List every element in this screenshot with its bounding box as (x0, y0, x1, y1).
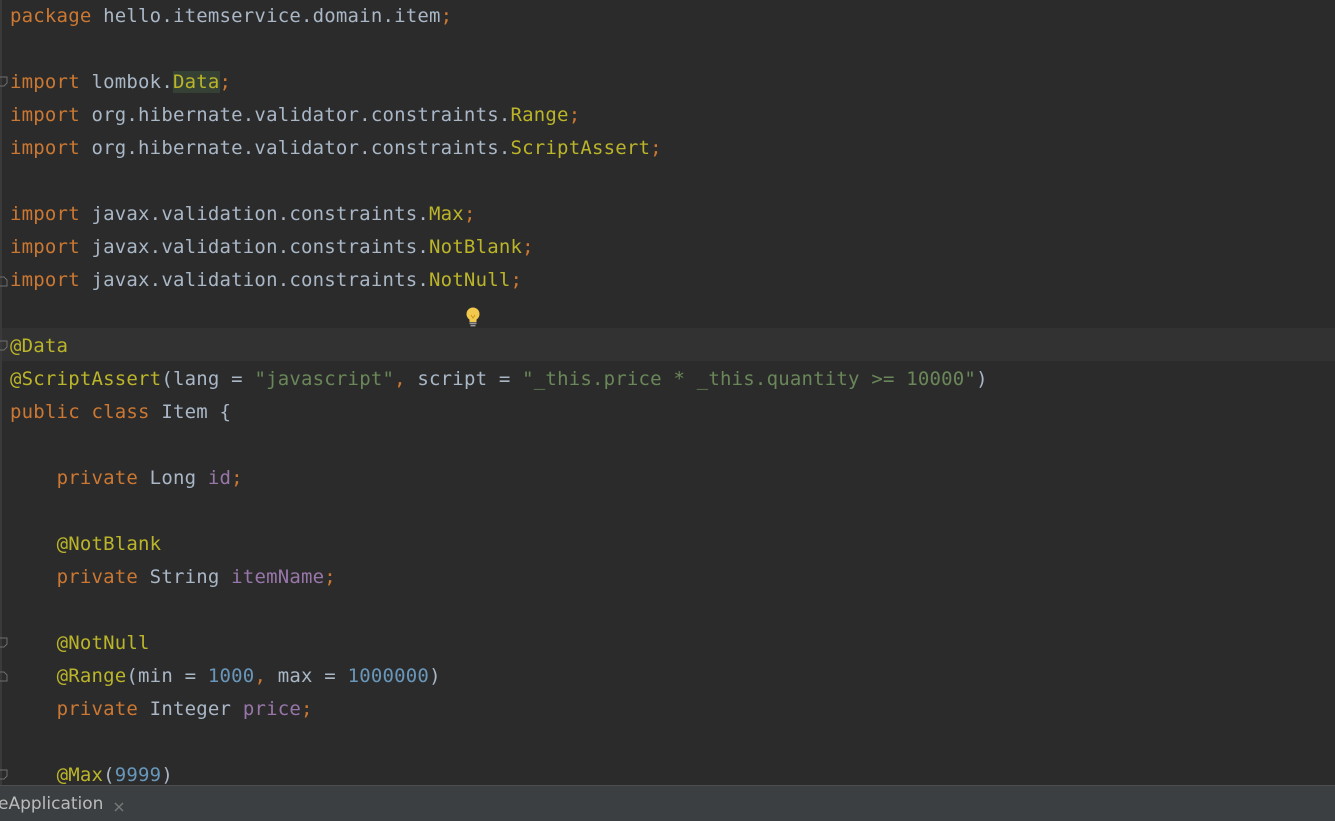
import-class: Range (510, 104, 569, 126)
import-path: javax.validation.constraints. (79, 269, 430, 291)
code-line-import[interactable]: import org.hibernate.validator.constrain… (10, 99, 580, 132)
class-name: Item { (149, 401, 232, 423)
keyword: package (10, 5, 92, 27)
fold-marker-icon[interactable] (0, 76, 8, 88)
import-class: NotNull (429, 269, 511, 291)
import-path: lombok. (79, 71, 173, 93)
run-tool-window-bar: eApplication (0, 785, 1335, 821)
code-line-annotation[interactable]: @NotBlank (10, 528, 162, 561)
keyword: private (56, 467, 139, 489)
import-class: Data (172, 71, 220, 93)
field-name: price (242, 698, 302, 720)
annotation-params: script = (417, 368, 523, 390)
comma: , (254, 665, 278, 687)
semicolon: ; (510, 269, 523, 291)
code-line-annotation[interactable]: @Data (10, 330, 68, 363)
string-literal: "_this.price * _this.quantity >= 10000" (522, 368, 977, 390)
code-editor[interactable]: package hello.itemservice.domain.item; i… (0, 0, 1335, 785)
code-line-field[interactable]: private Long id; (10, 462, 243, 495)
import-path: javax.validation.constraints. (79, 203, 430, 225)
current-line-highlight (0, 328, 1335, 361)
field-name: id (207, 467, 232, 489)
number-literal: 1000000 (347, 665, 430, 687)
annotation: @Max (56, 764, 104, 785)
code-line-annotation[interactable]: @Range(min = 1000, max = 1000000) (10, 660, 441, 693)
annotation: @NotBlank (56, 533, 162, 555)
code-line-import[interactable]: import javax.validation.constraints.NotN… (10, 264, 522, 297)
code-line-annotation[interactable]: @NotNull (10, 627, 150, 660)
keyword: import (10, 203, 80, 225)
keyword: private (56, 566, 139, 588)
import-path: org.hibernate.validator.constraints. (79, 137, 511, 159)
import-path: org.hibernate.validator.constraints. (79, 104, 511, 126)
code-line-field[interactable]: private Integer price; (10, 693, 313, 726)
import-class: Max (429, 203, 464, 225)
run-tab[interactable]: eApplication (0, 786, 125, 821)
code-line-package[interactable]: package hello.itemservice.domain.item; (10, 0, 452, 33)
keyword: import (10, 236, 80, 258)
code-line-annotation[interactable]: @Max(9999) (10, 759, 173, 785)
semicolon: ; (568, 104, 581, 126)
import-class: NotBlank (429, 236, 523, 258)
annotation-params: (lang = (161, 368, 255, 390)
semicolon: ; (522, 236, 534, 258)
comma: , (394, 368, 418, 390)
code-line-import[interactable]: import javax.validation.constraints.NotB… (10, 231, 534, 264)
fold-marker-icon[interactable] (0, 670, 8, 682)
field-type: String (138, 566, 232, 588)
code-line-import[interactable]: import javax.validation.constraints.Max; (10, 198, 476, 231)
annotation: @ScriptAssert (10, 368, 162, 390)
run-tab-label: eApplication (0, 793, 104, 814)
semicolon: ; (231, 467, 243, 489)
annotation: @Data (10, 335, 69, 357)
keyword: class (91, 401, 150, 423)
keyword: public (10, 401, 80, 423)
keyword: import (10, 269, 80, 291)
fold-marker-icon[interactable] (0, 340, 8, 352)
annotation-params: ) (429, 665, 441, 687)
keyword: private (56, 698, 139, 720)
fold-marker-icon[interactable] (0, 275, 8, 287)
keyword: import (10, 137, 80, 159)
number-literal: 9999 (114, 764, 162, 785)
code-line-annotation[interactable]: @ScriptAssert(lang = "javascript", scrip… (10, 363, 988, 396)
annotation-params: ) (161, 764, 173, 785)
semicolon: ; (219, 71, 232, 93)
field-name: itemName (231, 566, 325, 588)
gutter-border (0, 0, 2, 785)
string-literal: "javascript" (254, 368, 395, 390)
lightbulb-icon[interactable] (464, 306, 482, 328)
code-line-field[interactable]: private String itemName; (10, 561, 336, 594)
annotation: @NotNull (56, 632, 150, 654)
fold-marker-icon[interactable] (0, 769, 8, 781)
number-literal: 1000 (207, 665, 255, 687)
code-line-import[interactable]: import org.hibernate.validator.constrain… (10, 132, 662, 165)
annotation-params: max = (277, 665, 348, 687)
annotation-params: ) (976, 368, 988, 390)
annotation: @Range (56, 665, 127, 687)
semicolon: ; (301, 698, 313, 720)
annotation-params: (min = (126, 665, 208, 687)
field-type: Integer (138, 698, 243, 720)
close-icon[interactable] (113, 798, 125, 811)
semicolon: ; (324, 566, 336, 588)
semicolon: ; (440, 5, 453, 27)
code-line-import[interactable]: import lombok.Data; (10, 66, 231, 99)
package-name: hello.itemservice.domain.item (91, 5, 441, 27)
field-type: Long (138, 467, 208, 489)
semicolon: ; (650, 137, 662, 159)
fold-marker-icon[interactable] (0, 637, 8, 649)
keyword: import (10, 104, 80, 126)
import-path: javax.validation.constraints. (79, 236, 430, 258)
semicolon: ; (463, 203, 476, 225)
import-class: ScriptAssert (510, 137, 651, 159)
code-line-class-declaration[interactable]: public class Item { (10, 396, 231, 429)
annotation-params: ( (103, 764, 115, 785)
keyword: import (10, 71, 80, 93)
